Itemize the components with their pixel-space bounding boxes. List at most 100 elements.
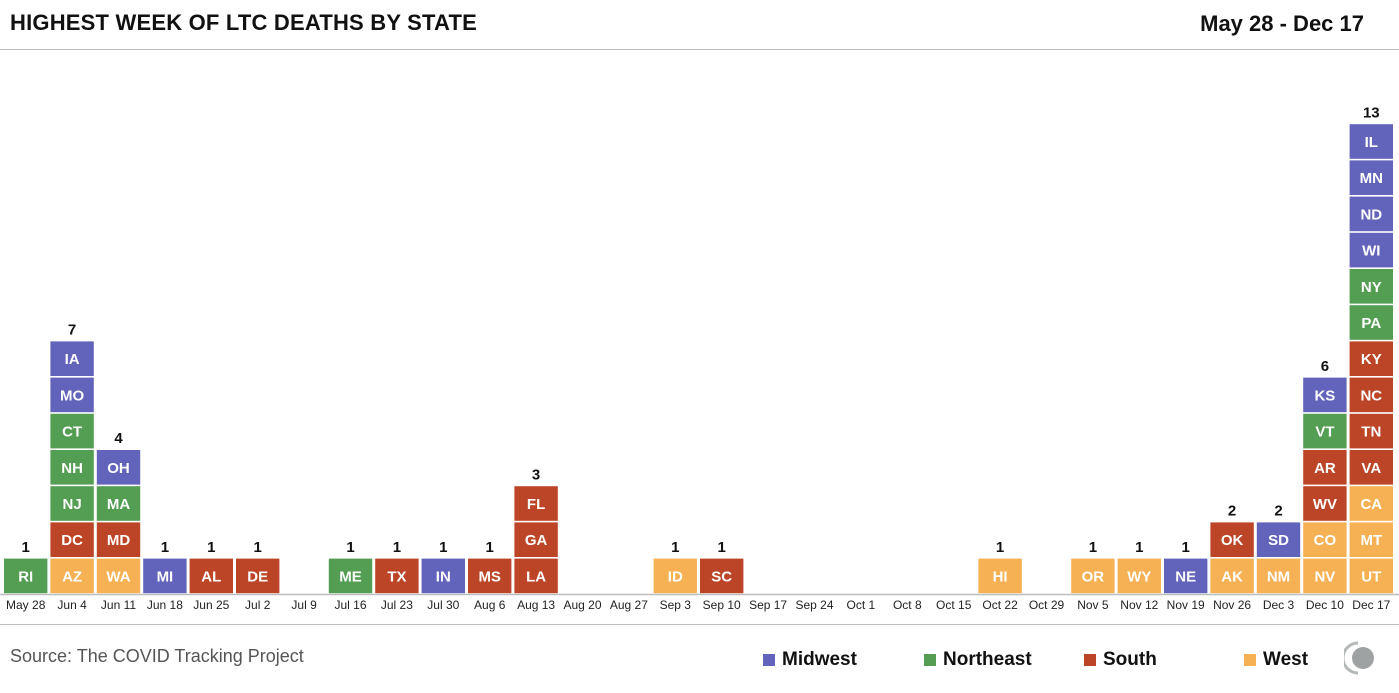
legend-swatch-northeast bbox=[924, 654, 936, 666]
bar-total-label: 1 bbox=[439, 539, 447, 556]
state-cell-ms: MS bbox=[468, 558, 512, 594]
bar-total-label: 1 bbox=[1089, 539, 1097, 556]
x-tick-label: Jul 9 bbox=[291, 598, 317, 612]
state-label: CA bbox=[1360, 496, 1382, 513]
bar-total-label: 1 bbox=[346, 539, 354, 556]
legend-label-midwest: Midwest bbox=[782, 649, 857, 670]
x-tick-label: Aug 6 bbox=[474, 598, 506, 612]
bar-total-label: 1 bbox=[254, 539, 262, 556]
state-cell-mn: MN bbox=[1349, 160, 1393, 195]
x-tick-label: Oct 29 bbox=[1029, 598, 1065, 612]
state-label: FL bbox=[527, 496, 545, 513]
state-label: MO bbox=[60, 387, 84, 404]
state-cell-wv: WV bbox=[1303, 486, 1347, 521]
stacked-state-chart: RI 1 AZ DC NJ NH CT MO IA 7 WA MD MA OH 4 MI 1 AL 1 DE 1 ME 1 T… bbox=[0, 104, 1399, 612]
x-tick-label: Sep 10 bbox=[703, 598, 741, 612]
state-cell-va: VA bbox=[1349, 450, 1393, 485]
legend-item-midwest: Midwest bbox=[763, 649, 857, 671]
legend-swatch-west bbox=[1244, 654, 1256, 666]
state-cell-sc: SC bbox=[700, 558, 744, 594]
state-cell-ny: NY bbox=[1349, 269, 1393, 304]
x-tick-label: Jul 2 bbox=[245, 598, 271, 612]
state-label: NY bbox=[1361, 279, 1382, 296]
legend-item-south: South bbox=[1084, 649, 1157, 671]
legend-label-west: West bbox=[1263, 649, 1309, 670]
state-cell-dc: DC bbox=[50, 522, 94, 557]
state-label: KY bbox=[1361, 351, 1382, 368]
state-label: DE bbox=[247, 568, 268, 585]
bar-total-label: 1 bbox=[671, 539, 679, 556]
state-label: MA bbox=[107, 496, 130, 513]
state-label: AZ bbox=[62, 568, 82, 585]
state-cell-wy: WY bbox=[1117, 558, 1161, 594]
state-label: KS bbox=[1314, 387, 1335, 404]
state-cell-ri: RI bbox=[4, 558, 48, 594]
legend-item-west: West bbox=[1244, 649, 1308, 671]
state-label: AK bbox=[1221, 568, 1243, 585]
state-label: ME bbox=[339, 568, 362, 585]
date-range: May 28 - Dec 17 bbox=[1200, 11, 1364, 36]
x-tick-label: Jun 18 bbox=[147, 598, 183, 612]
state-cell-mo: MO bbox=[50, 377, 94, 413]
state-label: CT bbox=[62, 424, 82, 441]
state-label: PA bbox=[1361, 315, 1381, 332]
bar-total-label: 13 bbox=[1363, 104, 1380, 121]
x-tick-label: Jun 11 bbox=[101, 598, 136, 612]
state-label: AR bbox=[1314, 460, 1336, 477]
state-label: CO bbox=[1314, 532, 1337, 549]
state-label: LA bbox=[526, 568, 546, 585]
state-label: HI bbox=[993, 568, 1008, 585]
state-cell-il: IL bbox=[1349, 124, 1393, 159]
state-label: IL bbox=[1365, 134, 1378, 151]
bar-total-label: 6 bbox=[1321, 358, 1329, 375]
state-cell-in: IN bbox=[421, 558, 465, 594]
state-label: VT bbox=[1315, 424, 1334, 441]
x-tick-label: Sep 17 bbox=[749, 598, 787, 612]
legend-swatch-south bbox=[1084, 654, 1096, 666]
legend-label-south: South bbox=[1103, 649, 1157, 670]
x-axis-ticks: May 28 Jun 4 Jun 11 Jun 18 Jun 25 Jul 2 Jul 9 J… bbox=[6, 598, 1391, 612]
bar-total-label: 1 bbox=[718, 539, 726, 556]
state-cell-nc: NC bbox=[1349, 377, 1393, 413]
state-cell-tn: TN bbox=[1349, 413, 1393, 449]
x-tick-label: Jul 16 bbox=[334, 598, 366, 612]
state-cell-wi: WI bbox=[1349, 232, 1393, 268]
state-cell-ak: AK bbox=[1210, 558, 1254, 594]
state-cell-tx: TX bbox=[375, 558, 419, 594]
state-cell-ca: CA bbox=[1349, 486, 1393, 521]
state-cell-ia: IA bbox=[50, 341, 94, 376]
state-label: RI bbox=[18, 568, 33, 585]
x-tick-label: May 28 bbox=[6, 598, 46, 612]
bar-total-label: 2 bbox=[1228, 503, 1236, 520]
x-tick-label: Nov 5 bbox=[1077, 598, 1109, 612]
state-label: WY bbox=[1127, 568, 1151, 585]
state-cell-ks: KS bbox=[1303, 377, 1347, 413]
state-cell-sd: SD bbox=[1256, 522, 1301, 557]
state-label: TX bbox=[387, 568, 406, 585]
x-tick-label: Jul 23 bbox=[381, 598, 413, 612]
footer-divider bbox=[0, 624, 1399, 625]
state-label: OK bbox=[1221, 532, 1244, 549]
state-cell-al: AL bbox=[189, 558, 233, 594]
state-cell-de: DE bbox=[236, 558, 280, 594]
state-cell-or: OR bbox=[1071, 558, 1115, 594]
state-label: NJ bbox=[63, 496, 82, 513]
bar-total-label: 7 bbox=[68, 322, 76, 339]
state-cell-ma: MA bbox=[96, 486, 141, 521]
state-label: OH bbox=[107, 460, 130, 477]
x-tick-label: Nov 12 bbox=[1120, 598, 1158, 612]
state-cell-oh: OH bbox=[96, 450, 141, 485]
x-tick-label: Oct 8 bbox=[893, 598, 922, 612]
bar-total-label: 1 bbox=[996, 539, 1004, 556]
state-cell-ga: GA bbox=[514, 522, 558, 557]
x-tick-label: Oct 15 bbox=[936, 598, 972, 612]
x-tick-label: Oct 1 bbox=[847, 598, 876, 612]
state-cell-co: CO bbox=[1303, 522, 1347, 557]
state-cell-vt: VT bbox=[1303, 413, 1347, 449]
state-cell-nh: NH bbox=[50, 450, 94, 485]
x-tick-label: Jun 4 bbox=[57, 598, 87, 612]
state-cell-ct: CT bbox=[50, 413, 94, 449]
x-tick-label: Nov 26 bbox=[1213, 598, 1251, 612]
state-cell-nd: ND bbox=[1349, 196, 1393, 232]
state-label: IA bbox=[65, 351, 80, 368]
